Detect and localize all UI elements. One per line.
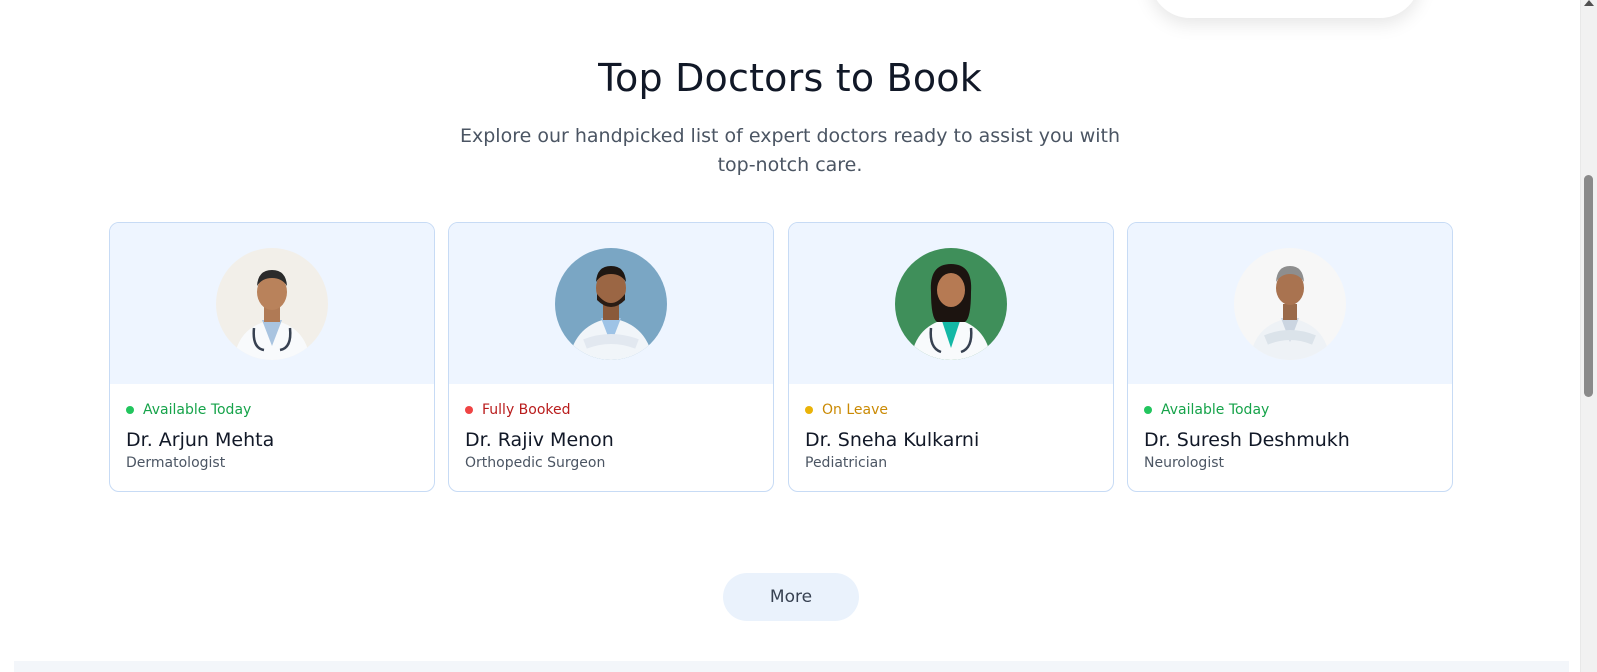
doctor-card[interactable]: Available Today Dr. Arjun Mehta Dermatol…	[109, 222, 435, 492]
doctor-photo-area	[110, 223, 434, 384]
doctor-photo-area	[789, 223, 1113, 384]
section-subtitle: Explore our handpicked list of expert do…	[460, 125, 1120, 176]
status-dot-icon	[1144, 406, 1152, 414]
scrollbar-thumb[interactable]	[1584, 175, 1593, 397]
doctor-name: Dr. Sneha Kulkarni	[805, 429, 980, 451]
status-label: On Leave	[822, 402, 888, 418]
next-section-edge	[14, 661, 1569, 672]
section-title: Top Doctors to Book	[598, 56, 982, 100]
status-label: Available Today	[143, 402, 252, 418]
doctor-specialty: Dermatologist	[126, 455, 226, 471]
doctor-name: Dr. Suresh Deshmukh	[1144, 429, 1350, 451]
doctor-specialty: Neurologist	[1144, 455, 1224, 471]
doctor-name: Dr. Arjun Mehta	[126, 429, 275, 451]
doctor-card[interactable]: Fully Booked Dr. Rajiv Menon Orthopedic …	[448, 222, 774, 492]
doctor-specialty: Orthopedic Surgeon	[465, 455, 606, 471]
status-label: Available Today	[1161, 402, 1270, 418]
doctor-card[interactable]: Available Today Dr. Suresh Deshmukh Neur…	[1127, 222, 1453, 492]
doctor-specialty: Pediatrician	[805, 455, 888, 471]
vertical-scrollbar[interactable]	[1580, 0, 1597, 672]
doctor-card[interactable]: On Leave Dr. Sneha Kulkarni Pediatrician	[788, 222, 1114, 492]
page: Top Doctors to Book Explore our handpick…	[0, 0, 1597, 672]
doctor-avatar	[216, 247, 328, 360]
doctor-avatar	[1234, 247, 1346, 360]
availability-status: On Leave	[805, 400, 1097, 420]
doctor-avatar	[555, 247, 667, 360]
status-dot-icon	[465, 406, 473, 414]
availability-status: Available Today	[1144, 400, 1436, 420]
scroll-up-arrow-icon[interactable]	[1584, 0, 1594, 6]
more-button[interactable]: More	[723, 573, 859, 621]
availability-status: Fully Booked	[465, 400, 757, 420]
status-label: Fully Booked	[482, 402, 571, 418]
status-dot-icon	[126, 406, 134, 414]
doctor-name: Dr. Rajiv Menon	[465, 429, 614, 451]
availability-status: Available Today	[126, 400, 418, 420]
doctor-avatar	[895, 247, 1007, 360]
status-dot-icon	[805, 406, 813, 414]
doctor-photo-area	[449, 223, 773, 384]
doctor-photo-area	[1128, 223, 1452, 384]
header-shadow-element	[1150, 0, 1420, 18]
